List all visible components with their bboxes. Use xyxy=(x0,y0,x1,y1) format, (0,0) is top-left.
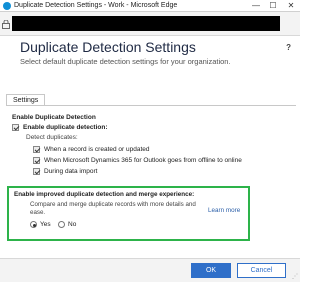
radio-yes-row[interactable]: Yes xyxy=(30,221,51,228)
address-bar[interactable] xyxy=(0,12,300,36)
close-button[interactable]: ✕ xyxy=(283,0,299,12)
detect-duplicates-label: Detect duplicates: xyxy=(26,134,78,141)
dialog-header: Duplicate Detection Settings Select defa… xyxy=(0,36,300,88)
improved-detection-section: Enable improved duplicate detection and … xyxy=(7,186,250,241)
redacted-url xyxy=(12,16,280,31)
maximize-button[interactable]: ☐ xyxy=(265,0,281,12)
option-created-updated-checkbox[interactable] xyxy=(33,146,40,153)
lock-icon xyxy=(2,20,10,29)
radio-no-row[interactable]: No xyxy=(58,221,76,228)
settings-panel: Enable Duplicate Detection Enable duplic… xyxy=(0,106,300,256)
edge-browser-icon xyxy=(3,2,11,10)
enable-detection-label: Enable duplicate detection: xyxy=(23,124,108,131)
option-row: When Microsoft Dynamics 365 for Outlook … xyxy=(33,157,242,164)
learn-more-link[interactable]: Learn more xyxy=(208,207,240,214)
radio-no[interactable] xyxy=(58,221,65,228)
enable-detection-row: Enable duplicate detection: xyxy=(12,124,108,131)
help-icon[interactable]: ? xyxy=(286,43,291,52)
section-title: Enable Duplicate Detection xyxy=(12,114,96,121)
option-label: When a record is created or updated xyxy=(44,146,150,153)
page-title: Duplicate Detection Settings xyxy=(20,39,196,55)
radio-no-label: No xyxy=(68,221,77,228)
page-subtitle: Select default duplicate detection setti… xyxy=(20,57,231,66)
window-titlebar: Duplicate Detection Settings - Work - Mi… xyxy=(0,0,300,12)
improved-detection-title: Enable improved duplicate detection and … xyxy=(14,191,195,198)
option-label: During data import xyxy=(44,168,98,175)
option-row: During data import xyxy=(33,168,97,175)
resize-grip-icon[interactable]: ⋰ xyxy=(292,273,298,280)
option-row: When a record is created or updated xyxy=(33,146,150,153)
cancel-button[interactable]: Cancel xyxy=(237,263,286,278)
window-title: Duplicate Detection Settings - Work - Mi… xyxy=(14,2,178,9)
option-data-import-checkbox[interactable] xyxy=(33,168,40,175)
radio-yes[interactable] xyxy=(30,221,37,228)
ok-button[interactable]: OK xyxy=(191,263,231,278)
radio-yes-label: Yes xyxy=(40,221,51,228)
enable-detection-checkbox[interactable] xyxy=(12,124,19,131)
dialog-footer: OK Cancel ⋰ xyxy=(0,258,300,282)
improved-detection-description: Compare and merge duplicate records with… xyxy=(30,201,196,216)
option-label: When Microsoft Dynamics 365 for Outlook … xyxy=(44,157,242,164)
minimize-button[interactable]: — xyxy=(248,0,264,12)
option-outlook-offline-checkbox[interactable] xyxy=(33,157,40,164)
detect-duplicates-row: Detect duplicates: xyxy=(26,134,78,141)
